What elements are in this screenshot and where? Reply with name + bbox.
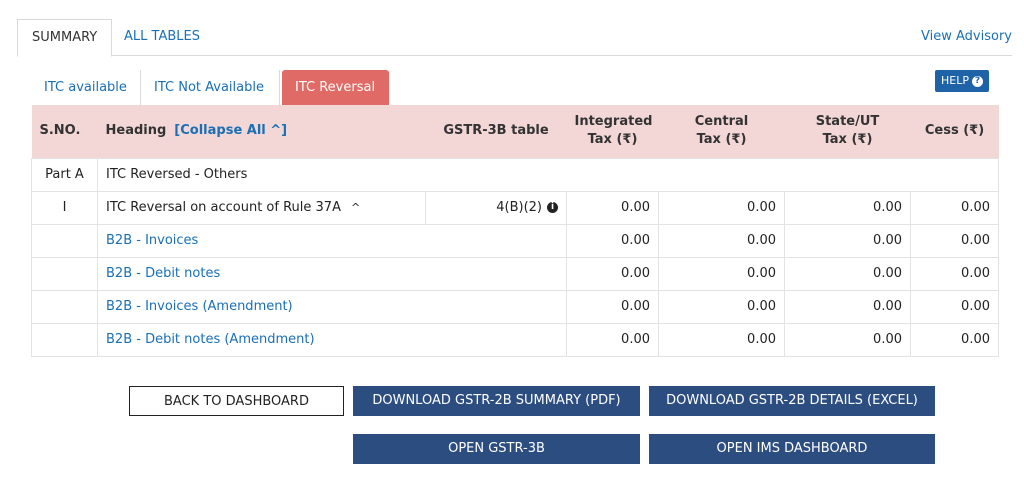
cess-value: 0.00 (910, 256, 999, 291)
b2b-debit-notes-amendment-link[interactable]: B2B - Debit notes (Amendment) (106, 332, 315, 347)
sgst-value: 0.00 (784, 256, 911, 291)
tab-itc-available[interactable]: ITC available (31, 70, 140, 105)
collapse-all-link[interactable]: [Collapse All ^] (174, 123, 287, 138)
table-row: B2B - Debit notes 0.00 0.00 0.00 0.00 (31, 256, 999, 291)
back-to-dashboard-button[interactable]: BACK TO DASHBOARD (129, 386, 344, 416)
col-heading: Heading [Collapse All ^] (97, 105, 426, 158)
state-label-2: Tax (₹) (822, 132, 873, 148)
part-heading: ITC Reversed - Others (97, 157, 999, 192)
row-sno: I (31, 190, 98, 225)
top-tab-bar: SUMMARY ALL TABLES View Advisory (17, 19, 1012, 57)
state-label-1: State/UT (815, 114, 880, 130)
tab-all-tables[interactable]: ALL TABLES (110, 19, 214, 55)
cgst-value: 0.00 (658, 256, 785, 291)
subrow-heading: B2B - Invoices (Amendment) (97, 289, 567, 324)
row-heading: ITC Reversal on account of Rule 37A ^ (97, 190, 426, 225)
help-label: HELP (941, 74, 969, 87)
tab-summary[interactable]: SUMMARY (17, 19, 113, 57)
b2b-invoices-amendment-link[interactable]: B2B - Invoices (Amendment) (106, 299, 293, 314)
download-details-excel-button[interactable]: DOWNLOAD GSTR-2B DETAILS (EXCEL) (649, 386, 935, 416)
row-heading-label: ITC Reversal on account of Rule 37A (106, 200, 341, 215)
tab-itc-reversal[interactable]: ITC Reversal (282, 70, 389, 105)
col-state-tax: State/UT Tax (₹) (784, 105, 911, 158)
b2b-invoices-link[interactable]: B2B - Invoices (106, 233, 198, 248)
integrated-label-1: Integrated (574, 114, 653, 130)
central-label-1: Central (694, 114, 749, 130)
part-sno: Part A (31, 157, 98, 192)
cgst-value: 0.00 (658, 289, 785, 324)
empty-sno (31, 289, 98, 324)
table-row: I ITC Reversal on account of Rule 37A ^ 4… (31, 190, 999, 225)
help-button[interactable]: HELP? (935, 70, 989, 92)
table-row: B2B - Debit notes (Amendment) 0.00 0.00 … (31, 322, 999, 357)
col-cess: Cess (₹) (910, 105, 999, 158)
cess-value: 0.00 (910, 223, 999, 258)
central-label-2: Tax (₹) (696, 132, 747, 148)
empty-sno (31, 322, 98, 357)
subrow-heading: B2B - Debit notes (97, 256, 567, 291)
gstr3b-ref: 4(B)(2) i (425, 190, 567, 225)
gstr3b-ref-label: 4(B)(2) (496, 200, 542, 215)
integrated-label-2: Tax (₹) (587, 132, 638, 148)
itc-reversal-table: S.NO. Heading [Collapse All ^] GSTR-3B ta… (31, 105, 999, 357)
download-summary-pdf-button[interactable]: DOWNLOAD GSTR-2B SUMMARY (PDF) (353, 386, 640, 416)
cess-value: 0.00 (910, 322, 999, 357)
col-central-tax: Central Tax (₹) (658, 105, 785, 158)
empty-sno (31, 256, 98, 291)
igst-value: 0.00 (566, 256, 659, 291)
table-row: B2B - Invoices 0.00 0.00 0.00 0.00 (31, 223, 999, 258)
view-advisory-link[interactable]: View Advisory (921, 19, 1012, 55)
cgst-value: 0.00 (658, 322, 785, 357)
sgst-value: 0.00 (784, 190, 911, 225)
igst-value: 0.00 (566, 289, 659, 324)
tab-itc-not-available[interactable]: ITC Not Available (140, 70, 280, 105)
col-gstr3b-table: GSTR-3B table (425, 105, 567, 158)
open-gstr3b-button[interactable]: OPEN GSTR-3B (353, 434, 640, 464)
igst-value: 0.00 (566, 322, 659, 357)
cgst-value: 0.00 (658, 190, 785, 225)
open-ims-dashboard-button[interactable]: OPEN IMS DASHBOARD (649, 434, 935, 464)
cgst-value: 0.00 (658, 223, 785, 258)
empty-sno (31, 223, 98, 258)
table-header-row: S.NO. Heading [Collapse All ^] GSTR-3B ta… (31, 105, 999, 158)
col-sno: S.NO. (31, 105, 98, 158)
col-integrated-tax: Integrated Tax (₹) (566, 105, 659, 158)
igst-value: 0.00 (566, 223, 659, 258)
cess-value: 0.00 (910, 289, 999, 324)
sgst-value: 0.00 (784, 322, 911, 357)
info-icon[interactable]: i (547, 202, 558, 213)
sgst-value: 0.00 (784, 223, 911, 258)
b2b-debit-notes-link[interactable]: B2B - Debit notes (106, 266, 220, 281)
igst-value: 0.00 (566, 190, 659, 225)
sgst-value: 0.00 (784, 289, 911, 324)
subrow-heading: B2B - Debit notes (Amendment) (97, 322, 567, 357)
chevron-up-icon[interactable]: ^ (351, 201, 360, 214)
table-row: B2B - Invoices (Amendment) 0.00 0.00 0.0… (31, 289, 999, 324)
subrow-heading: B2B - Invoices (97, 223, 567, 258)
cess-value: 0.00 (910, 190, 999, 225)
heading-label: Heading (105, 123, 167, 139)
part-a-row: Part A ITC Reversed - Others (31, 157, 999, 192)
question-icon: ? (971, 75, 983, 87)
